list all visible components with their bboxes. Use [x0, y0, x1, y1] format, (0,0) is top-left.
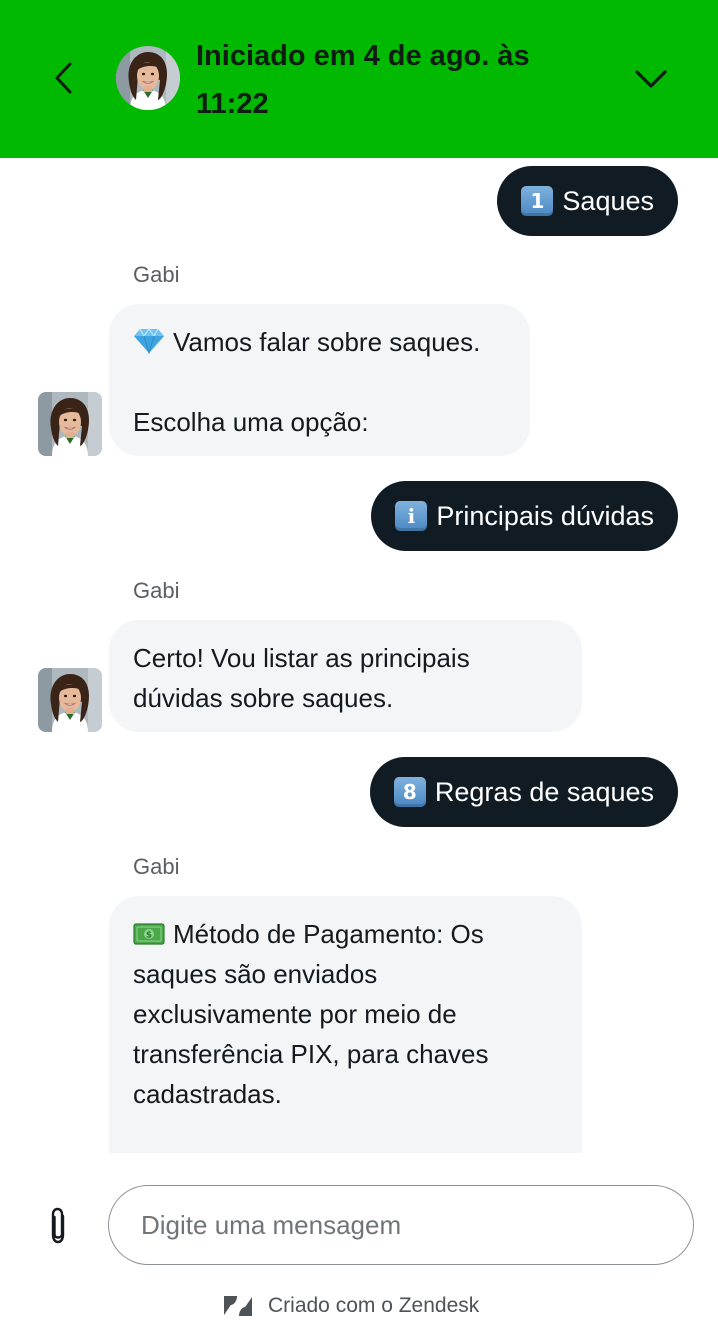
agent-message-bubble: $ Método de Pagamento: Os saques são env…: [109, 896, 582, 1153]
message-list[interactable]: 1 Saques Gabi Vamos falar sobre saques. …: [0, 158, 718, 1153]
user-message-bubble: 8 Regras de saques: [369, 757, 678, 827]
message-text: Regras de saques: [434, 776, 654, 807]
user-message-bubble: 1 Saques: [497, 166, 678, 236]
message-input[interactable]: [108, 1185, 694, 1265]
message-line: saques são enviados: [133, 959, 378, 989]
back-button[interactable]: [44, 58, 84, 98]
message-line: Certo! Vou listar as principais: [133, 643, 470, 673]
keycap-1-icon: 1: [521, 186, 554, 216]
zendesk-logo-icon: [224, 1296, 252, 1316]
information-icon: i: [395, 501, 428, 531]
svg-text:$: $: [146, 931, 152, 941]
message-line: transferência PIX, para chaves: [133, 1039, 489, 1069]
chevron-down-icon: [635, 70, 667, 88]
collapse-button[interactable]: [628, 56, 674, 102]
chat-header: Iniciado em 4 de ago. às 11:22: [0, 0, 718, 158]
message-line: Vamos falar sobre saques.: [173, 327, 481, 357]
agent-avatar: [38, 668, 102, 732]
conversation-title: Iniciado em 4 de ago. às 11:22: [196, 40, 530, 120]
message-text: Saques: [562, 185, 654, 216]
sender-name: Gabi: [133, 854, 180, 879]
message-text: Principais dúvidas: [436, 500, 654, 531]
chevron-left-icon: [55, 62, 72, 94]
agent-avatar: [116, 46, 180, 110]
message-line: dúvidas sobre saques.: [133, 683, 394, 713]
gem-icon: [134, 328, 164, 354]
message-line: exclusivamente por meio de: [133, 999, 457, 1029]
money-icon: $: [133, 923, 165, 945]
agent-message-bubble: Certo! Vou listar as principais dúvidas …: [109, 620, 582, 732]
keycap-8-icon: 8: [393, 777, 426, 807]
message-line: Método de Pagamento: Os: [173, 919, 484, 949]
zendesk-branding-link[interactable]: Criado com o Zendesk: [222, 1289, 479, 1323]
agent-message-bubble: Vamos falar sobre saques. Escolha uma op…: [109, 304, 530, 456]
branding-text: Criado com o Zendesk: [268, 1294, 480, 1317]
attach-button[interactable]: [36, 1201, 80, 1251]
agent-avatar: [38, 392, 102, 456]
message-line: Escolha uma opção:: [133, 407, 369, 437]
message-line: cadastradas.: [133, 1079, 282, 1109]
sender-name: Gabi: [133, 262, 180, 287]
user-message-bubble: i Principais dúvidas: [371, 481, 678, 551]
paperclip-icon: [51, 1207, 65, 1244]
sender-name: Gabi: [133, 578, 180, 603]
composer: Criado com o Zendesk: [0, 1153, 718, 1332]
